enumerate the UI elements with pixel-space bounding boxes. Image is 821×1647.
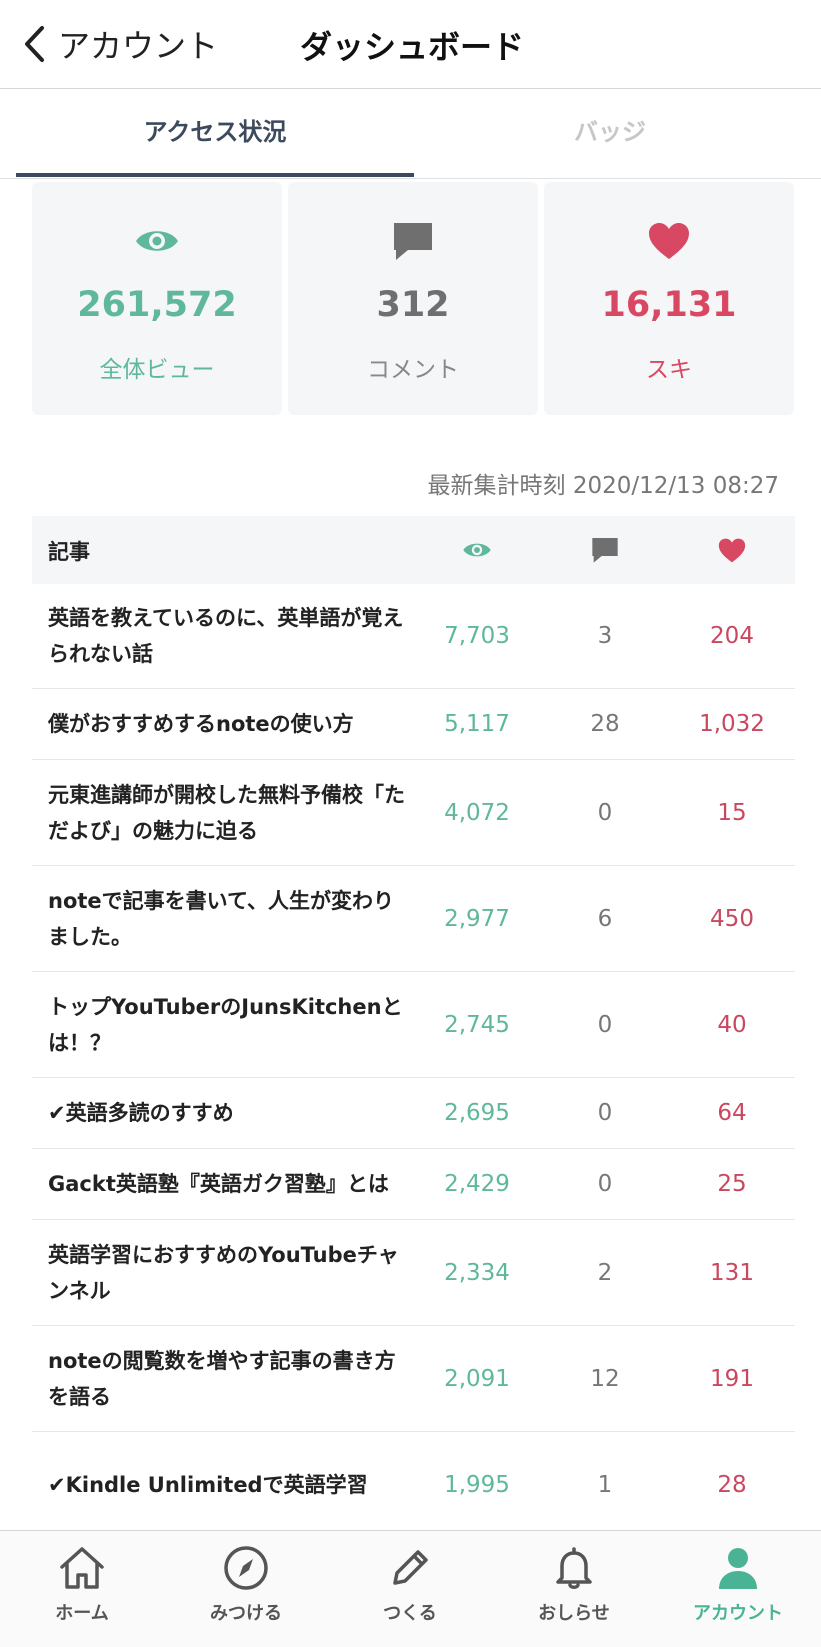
stat-card-comments: 312 コメント (288, 182, 538, 415)
article-comments: 1 (597, 1471, 613, 1498)
table-row[interactable]: 英語を教えているのに、英単語が覚えられない話 7,703 3 204 (32, 584, 795, 689)
article-comments: 2 (597, 1259, 613, 1286)
tab-notifications[interactable]: おしらせ (492, 1531, 656, 1647)
bottom-tab-bar: ホーム みつける つくる おしらせ アカウント (0, 1530, 821, 1647)
table-row[interactable]: ✔︎英語多読のすすめ 2,695 0 64 (32, 1078, 795, 1149)
table-header: 記事 (32, 516, 795, 584)
article-title: トップYouTuberのJunsKitchenとは！？ (48, 994, 403, 1055)
chevron-left-icon (22, 24, 46, 64)
compass-icon (164, 1543, 328, 1593)
article-views: 2,091 (444, 1365, 510, 1392)
article-views: 2,429 (444, 1171, 510, 1197)
tab-notifications-label: おしらせ (538, 1603, 610, 1624)
tab-home[interactable]: ホーム (0, 1531, 164, 1647)
tab-create-label: つくる (383, 1603, 437, 1624)
article-likes: 28 (717, 1471, 747, 1498)
article-likes: 1,032 (699, 711, 765, 737)
article-title: 僕がおすすめするnoteの使い方 (48, 712, 354, 736)
article-likes: 15 (717, 799, 747, 826)
navigation-bar: アカウント ダッシュボード (0, 0, 821, 89)
article-title: 英語学習におすすめのYouTubeチャンネル (48, 1242, 399, 1303)
article-comments: 6 (597, 905, 613, 932)
heart-icon (692, 516, 772, 584)
page-title: ダッシュボード (300, 28, 525, 66)
tab-discover-label: みつける (210, 1603, 282, 1624)
tab-home-label: ホーム (55, 1603, 109, 1624)
pencil-icon (328, 1543, 492, 1593)
table-row[interactable]: noteで記事を書いて、人生が変わりました。 2,977 6 450 (32, 866, 795, 972)
back-button[interactable]: アカウント (22, 20, 218, 68)
article-title: ✔︎Kindle Unlimitedで英語学習 (48, 1472, 368, 1497)
article-views: 1,995 (444, 1471, 510, 1498)
stat-card-views: 261,572 全体ビュー (32, 182, 282, 415)
article-likes: 204 (710, 623, 754, 649)
column-header-article: 記事 (48, 540, 90, 564)
article-views: 2,745 (444, 1011, 510, 1038)
tab-account-label: アカウント (693, 1603, 783, 1624)
total-views-value: 261,572 (77, 285, 237, 325)
article-comments: 3 (597, 623, 613, 649)
person-icon (656, 1543, 820, 1593)
article-title: Gackt英語塾『英語ガク習塾』とは (48, 1172, 389, 1196)
article-views: 7,703 (444, 623, 510, 649)
total-likes-value: 16,131 (601, 285, 737, 325)
article-likes: 25 (717, 1171, 747, 1197)
article-likes: 450 (710, 905, 754, 932)
eye-icon (32, 218, 282, 264)
tab-create[interactable]: つくる (328, 1531, 492, 1647)
table-row[interactable]: 僕がおすすめするnoteの使い方 5,117 28 1,032 (32, 689, 795, 760)
active-tab-indicator (16, 173, 414, 177)
home-icon (0, 1543, 164, 1593)
article-comments: 0 (597, 1100, 613, 1126)
article-views: 2,334 (444, 1259, 510, 1286)
comment-icon (288, 218, 538, 264)
article-comments: 0 (597, 799, 613, 826)
article-comments: 0 (597, 1171, 613, 1197)
article-views: 4,072 (444, 799, 510, 826)
tab-discover[interactable]: みつける (164, 1531, 328, 1647)
table-row[interactable]: noteの閲覧数を増やす記事の書き方を語る 2,091 12 191 (32, 1326, 795, 1432)
article-table: 英語を教えているのに、英単語が覚えられない話 7,703 3 204 僕がおすす… (32, 584, 795, 1537)
article-title: noteの閲覧数を増やす記事の書き方を語る (48, 1348, 396, 1409)
article-title: ✔︎英語多読のすすめ (48, 1101, 234, 1125)
total-likes-label: スキ (646, 357, 692, 383)
table-row[interactable]: 英語学習におすすめのYouTubeチャンネル 2,334 2 131 (32, 1220, 795, 1326)
article-likes: 191 (710, 1365, 754, 1392)
bell-icon (492, 1543, 656, 1593)
comment-icon (565, 516, 645, 584)
last-updated-text: 最新集計時刻 2020/12/13 08:27 (427, 473, 779, 499)
eye-icon (437, 516, 517, 584)
table-row[interactable]: ✔︎Kindle Unlimitedで英語学習 1,995 1 28 (32, 1432, 795, 1537)
segment-tabs: アクセス状況 バッジ (0, 89, 821, 179)
article-likes: 40 (717, 1011, 747, 1038)
total-comments-label: コメント (367, 357, 459, 383)
table-row[interactable]: トップYouTuberのJunsKitchenとは！？ 2,745 0 40 (32, 972, 795, 1078)
back-label: アカウント (58, 27, 219, 65)
total-comments-value: 312 (376, 285, 450, 325)
article-title: 元東進講師が開校した無料予備校「ただよび」の魅力に迫る (48, 782, 405, 843)
heart-icon (544, 218, 794, 264)
stat-card-likes: 16,131 スキ (544, 182, 794, 415)
article-views: 2,977 (444, 905, 510, 932)
article-views: 5,117 (444, 711, 510, 737)
article-comments: 28 (590, 711, 620, 737)
tab-badge[interactable]: バッジ (420, 89, 800, 178)
article-title: 英語を教えているのに、英単語が覚えられない話 (48, 606, 404, 666)
tab-account[interactable]: アカウント (656, 1531, 820, 1647)
table-row[interactable]: Gackt英語塾『英語ガク習塾』とは 2,429 0 25 (32, 1149, 795, 1220)
article-comments: 12 (590, 1365, 620, 1392)
article-views: 2,695 (444, 1100, 510, 1126)
article-likes: 64 (717, 1100, 747, 1126)
table-row[interactable]: 元東進講師が開校した無料予備校「ただよび」の魅力に迫る 4,072 0 15 (32, 760, 795, 866)
tab-access-status[interactable]: アクセス状況 (25, 89, 405, 178)
article-comments: 0 (597, 1011, 613, 1038)
total-views-label: 全体ビュー (99, 357, 215, 383)
article-title: noteで記事を書いて、人生が変わりました。 (48, 888, 394, 949)
article-likes: 131 (710, 1259, 754, 1286)
